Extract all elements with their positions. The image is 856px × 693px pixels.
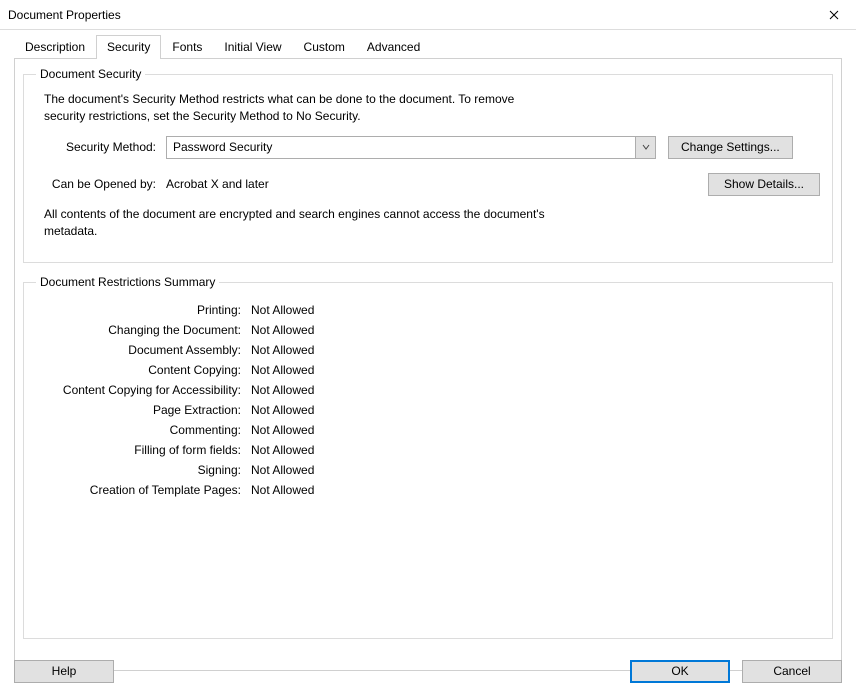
group-document-security: Document Security The document's Securit…: [23, 67, 833, 263]
restriction-label: Document Assembly:: [36, 343, 251, 357]
tab-content: Document Security The document's Securit…: [14, 58, 842, 671]
restriction-row: Content Copying for Accessibility:Not Al…: [36, 383, 820, 397]
row-security-method: Security Method: Password Security Chang…: [36, 136, 820, 159]
can-open-value: Acrobat X and later: [166, 177, 708, 191]
restriction-value: Not Allowed: [251, 363, 314, 377]
restriction-row: Page Extraction:Not Allowed: [36, 403, 820, 417]
close-button[interactable]: [811, 0, 856, 30]
restriction-label: Content Copying for Accessibility:: [36, 383, 251, 397]
restriction-label: Printing:: [36, 303, 251, 317]
window-title: Document Properties: [8, 8, 811, 22]
tab-strip: Description Security Fonts Initial View …: [0, 30, 856, 58]
restriction-row: Content Copying:Not Allowed: [36, 363, 820, 377]
restriction-row: Creation of Template Pages:Not Allowed: [36, 483, 820, 497]
restriction-value: Not Allowed: [251, 323, 314, 337]
restriction-value: Not Allowed: [251, 343, 314, 357]
row-can-open: Can be Opened by: Acrobat X and later Sh…: [36, 173, 820, 196]
restriction-label: Commenting:: [36, 423, 251, 437]
restriction-value: Not Allowed: [251, 483, 314, 497]
restriction-row: Commenting:Not Allowed: [36, 423, 820, 437]
close-icon: [829, 10, 839, 20]
tab-initial-view[interactable]: Initial View: [213, 35, 292, 59]
restriction-row: Signing:Not Allowed: [36, 463, 820, 477]
chevron-down-icon: [642, 143, 650, 151]
tab-fonts[interactable]: Fonts: [161, 35, 213, 59]
tab-advanced[interactable]: Advanced: [356, 35, 431, 59]
group-restrictions-legend: Document Restrictions Summary: [36, 275, 219, 289]
restriction-value: Not Allowed: [251, 383, 314, 397]
tab-custom[interactable]: Custom: [293, 35, 356, 59]
encryption-note: All contents of the document are encrypt…: [44, 206, 584, 241]
ok-button[interactable]: OK: [630, 660, 730, 683]
restriction-value: Not Allowed: [251, 463, 314, 477]
dialog-button-bar: Help OK Cancel: [0, 649, 856, 693]
group-restrictions: Document Restrictions Summary Printing:N…: [23, 275, 833, 639]
restriction-label: Changing the Document:: [36, 323, 251, 337]
restriction-value: Not Allowed: [251, 443, 314, 457]
group-document-security-legend: Document Security: [36, 67, 145, 81]
cancel-button[interactable]: Cancel: [742, 660, 842, 683]
restriction-label: Content Copying:: [36, 363, 251, 377]
security-method-label: Security Method:: [36, 140, 166, 154]
restriction-value: Not Allowed: [251, 303, 314, 317]
security-method-dropdown[interactable]: Password Security: [166, 136, 656, 159]
can-open-label: Can be Opened by:: [36, 177, 166, 191]
tab-security[interactable]: Security: [96, 35, 161, 59]
restriction-label: Filling of form fields:: [36, 443, 251, 457]
restriction-label: Creation of Template Pages:: [36, 483, 251, 497]
dropdown-button[interactable]: [635, 137, 655, 158]
restriction-row: Document Assembly:Not Allowed: [36, 343, 820, 357]
restriction-row: Printing:Not Allowed: [36, 303, 820, 317]
restriction-label: Signing:: [36, 463, 251, 477]
tab-description[interactable]: Description: [14, 35, 96, 59]
security-description: The document's Security Method restricts…: [44, 91, 524, 126]
titlebar: Document Properties: [0, 0, 856, 30]
restriction-label: Page Extraction:: [36, 403, 251, 417]
help-button[interactable]: Help: [14, 660, 114, 683]
restriction-value: Not Allowed: [251, 403, 314, 417]
security-method-value: Password Security: [173, 140, 272, 154]
restriction-row: Changing the Document:Not Allowed: [36, 323, 820, 337]
restriction-value: Not Allowed: [251, 423, 314, 437]
show-details-button[interactable]: Show Details...: [708, 173, 820, 196]
restriction-row: Filling of form fields:Not Allowed: [36, 443, 820, 457]
change-settings-button[interactable]: Change Settings...: [668, 136, 793, 159]
